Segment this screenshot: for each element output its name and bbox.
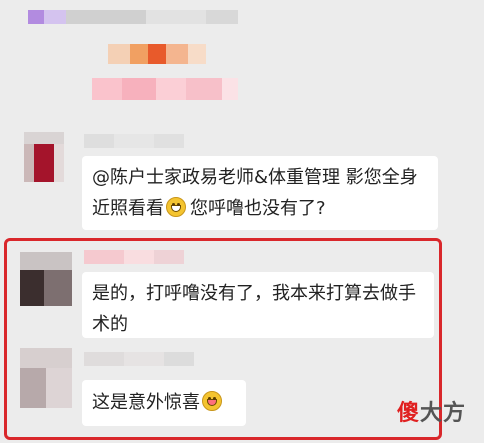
watermark-part1: 傻 — [396, 401, 420, 426]
comment-text: 您呼噜也没有了? — [190, 198, 326, 219]
watermark-part2: 大方 — [419, 401, 466, 426]
watermark: 傻大方 — [397, 395, 466, 427]
avatar[interactable] — [24, 132, 64, 182]
grin-icon — [166, 197, 186, 217]
blurred-username — [84, 134, 184, 148]
comment-bubble: @陈户士家政易老师&体重管理 影您全身近照看看 您呼噜也没有了? — [82, 156, 438, 230]
highlight-box — [4, 238, 442, 440]
